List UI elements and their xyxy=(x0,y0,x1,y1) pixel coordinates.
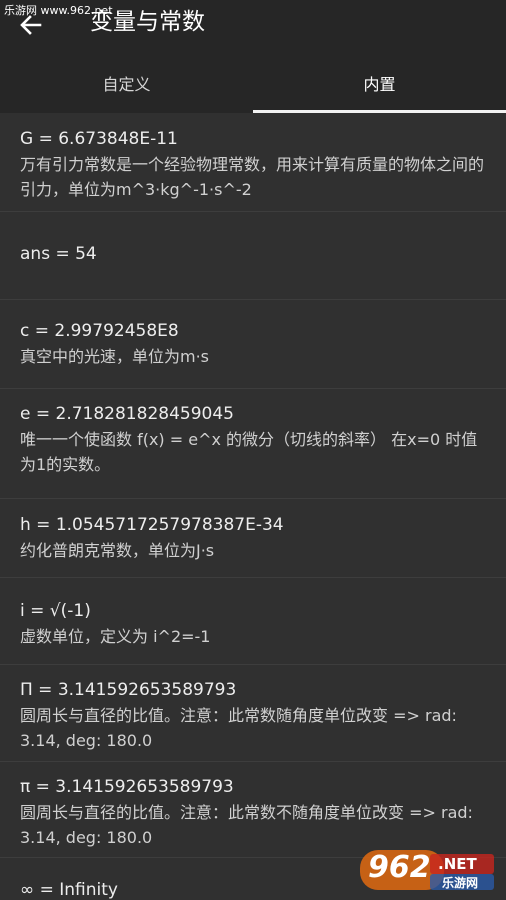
page-title: 变量与常数 xyxy=(90,9,205,35)
constant-description: 虚数单位，定义为 i^2=-1 xyxy=(20,627,211,646)
list-item-h[interactable]: h = 1.0545717257978387E-34 约化普朗克常数，单位为J·… xyxy=(0,499,506,578)
list-item-Pi-upper[interactable]: Π = 3.141592653589793 圆周长与直径的比值。注意：此常数随角… xyxy=(0,665,506,762)
constant-name: h = 1.0545717257978387E-34 xyxy=(20,515,284,535)
constant-description: 圆周长与直径的比值。注意：此常数不随角度单位改变 => rad: 3.14, d… xyxy=(20,803,473,847)
app-window: 乐游网 www.962.net 变量与常数 自定义 内置 G = 6.67384… xyxy=(0,0,506,900)
watermark-logo-number: 962 xyxy=(368,850,431,885)
watermark-logo-suffix: .NET xyxy=(438,855,477,873)
constant-name: e = 2.718281828459045 xyxy=(20,404,234,424)
watermark-logo-caption: 乐游网 xyxy=(442,876,479,890)
constant-name: i = √(-1) xyxy=(20,601,91,621)
tab-builtin[interactable]: 内置 xyxy=(253,56,506,113)
constant-name: π = 3.141592653589793 xyxy=(20,777,234,797)
list-item-e[interactable]: e = 2.718281828459045 唯一一个使函数 f(x) = e^x… xyxy=(0,389,506,499)
constant-description: 万有引力常数是一个经验物理常数，用来计算有质量的物体之间的引力，单位为m^3·k… xyxy=(20,155,485,199)
tab-bar: 自定义 内置 xyxy=(0,56,506,113)
constant-name: Π = 3.141592653589793 xyxy=(20,680,237,700)
constant-name: c = 2.99792458E8 xyxy=(20,321,179,341)
list-item-i[interactable]: i = √(-1) 虚数单位，定义为 i^2=-1 xyxy=(0,578,506,665)
constant-name: ans = 54 xyxy=(20,244,97,264)
constants-list: G = 6.673848E-11 万有引力常数是一个经验物理常数，用来计算有质量… xyxy=(0,113,506,900)
app-bar: 乐游网 www.962.net 变量与常数 xyxy=(0,0,506,56)
list-item-c[interactable]: c = 2.99792458E8 真空中的光速，单位为m·s xyxy=(0,300,506,389)
list-item-G[interactable]: G = 6.673848E-11 万有引力常数是一个经验物理常数，用来计算有质量… xyxy=(0,113,506,212)
constant-description: 约化普朗克常数，单位为J·s xyxy=(20,541,215,560)
list-item-pi[interactable]: π = 3.141592653589793 圆周长与直径的比值。注意：此常数不随… xyxy=(0,762,506,858)
watermark-logo: 962 .NET 乐游网 xyxy=(358,846,498,894)
constant-description: 唯一一个使函数 f(x) = e^x 的微分（切线的斜率） 在x=0 时值为1的… xyxy=(20,430,478,474)
constant-description: 真空中的光速，单位为m·s xyxy=(20,347,210,366)
list-item-ans[interactable]: ans = 54 xyxy=(0,212,506,300)
constant-description: 圆周长与直径的比值。注意：此常数随角度单位改变 => rad: 3.14, de… xyxy=(20,706,457,750)
constant-name: G = 6.673848E-11 xyxy=(20,129,178,149)
tab-custom[interactable]: 自定义 xyxy=(0,56,253,113)
